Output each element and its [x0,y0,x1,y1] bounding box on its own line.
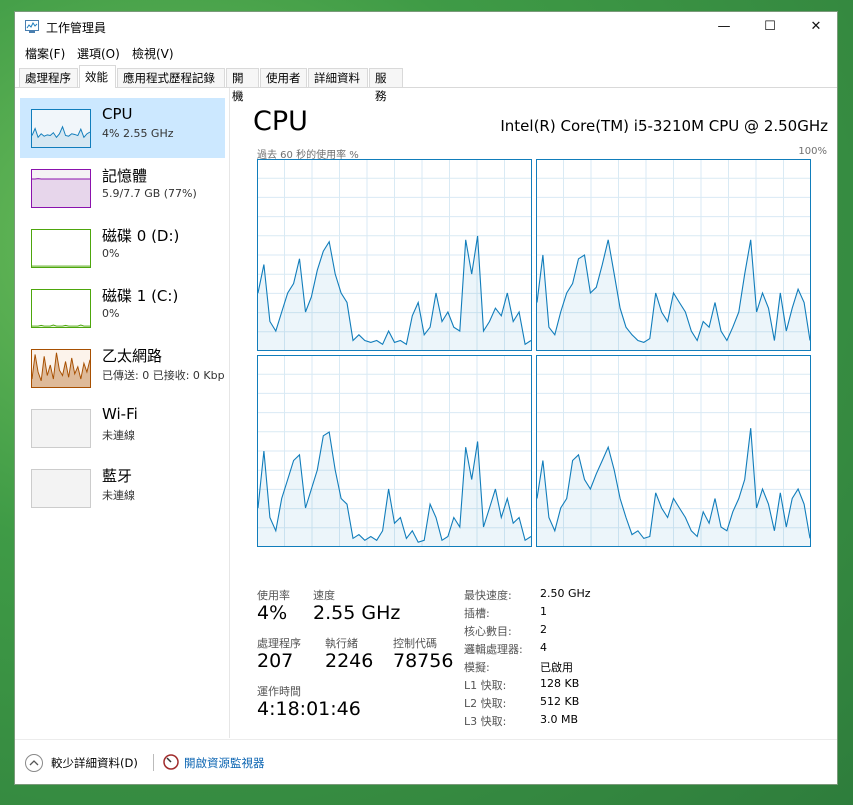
cpu-model-name: Intel(R) Core(TM) i5-3210M CPU @ 2.50GHz [500,117,828,135]
cpu-core-graph-3 [536,355,811,547]
ethernet-mini-graph [31,349,91,388]
chevron-up-icon[interactable] [24,753,44,773]
tab-users[interactable]: 使用者 [260,68,307,87]
usage-value: 4% [257,602,288,624]
sidebar-item-value: 4% 2.55 GHz [102,127,174,140]
disk-1-mini-graph [31,289,91,328]
spec-label: L1 快取: [464,679,507,692]
sidebar-item-value: 5.9/7.7 GB (77%) [102,187,197,200]
sidebar-item-ethernet[interactable]: 乙太網路 已傳送: 0 已接收: 0 Kbp [20,338,225,398]
task-manager-app-icon [25,20,39,33]
tab-performance[interactable]: 效能 [79,65,116,88]
sidebar-item-wifi[interactable]: Wi-Fi 未連線 [20,398,225,458]
tab-startup[interactable]: 開機 [226,68,259,103]
footer-bar: 較少詳細資料(D) 開啟資源監視器 [15,739,837,786]
tab-details[interactable]: 詳細資料 [308,68,368,87]
sidebar-item-label: 磁碟 1 (C:) [102,287,179,305]
sidebar-item-bluetooth[interactable]: 藍牙 未連線 [20,458,225,518]
sidebar-item-disk-0[interactable]: 磁碟 0 (D:) 0% [20,218,225,278]
footer-divider [153,754,154,771]
uptime-value: 4:18:01:46 [257,698,361,720]
spec-value: 512 KB [540,695,580,708]
handles-label: 控制代碼 [393,637,437,650]
sidebar-item-label: 乙太網路 [102,347,163,365]
spec-label: 邏輯處理器: [464,643,523,656]
sidebar-item-value: 0% [102,307,120,320]
sidebar-item-cpu[interactable]: CPU 4% 2.55 GHz [20,98,225,158]
cpu-detail-panel: CPU Intel(R) Core(TM) i5-3210M CPU @ 2.5… [230,88,838,738]
page-title: CPU [253,106,308,137]
sidebar-item-label: Wi-Fi [102,405,138,423]
menu-options[interactable]: 選項(O) [77,45,120,62]
spec-label: 插槽: [464,607,490,620]
cpu-core-graph-0 [257,159,532,351]
spec-value: 128 KB [540,677,580,690]
spec-value: 2.50 GHz [540,587,591,600]
processes-value: 207 [257,650,294,672]
spec-label: L3 快取: [464,715,507,728]
sidebar-item-label: CPU [102,105,133,123]
sidebar-item-value: 0% [102,247,120,260]
tab-bar: 處理程序 效能 應用程式歷程記錄 開機 使用者 詳細資料 服務 [15,65,837,103]
mini-graph-area [32,352,90,387]
sidebar-item-label: 藍牙 [102,467,133,485]
cpu-mini-graph [31,109,91,148]
tab-app-history[interactable]: 應用程式歷程記錄 [117,68,225,87]
mini-graph-area [32,178,90,207]
cpu-core-graph-1 [536,159,811,351]
speed-value: 2.55 GHz [313,602,401,624]
disk-0-mini-graph [31,229,91,268]
graph-max-label: 100% [798,146,827,157]
tab-services[interactable]: 服務 [369,68,403,103]
close-button[interactable]: ✕ [793,12,839,42]
sidebar-item-memory[interactable]: 記憶體 5.9/7.7 GB (77%) [20,158,225,218]
sidebar-item-value: 未連線 [102,429,135,442]
sidebar-item-disk-1[interactable]: 磁碟 1 (C:) 0% [20,278,225,338]
window-title: 工作管理員 [46,21,107,35]
cpu-core-graph-2 [257,355,532,547]
memory-mini-graph [31,169,91,208]
task-manager-window: 工作管理員 — ☐ ✕ 檔案(F) 選項(O) 檢視(V) 處理程序 效能 應用… [14,11,838,785]
spec-value: 2 [540,623,547,636]
bluetooth-mini-graph [31,469,91,508]
open-resource-monitor-link[interactable]: 開啟資源監視器 [184,755,265,771]
sidebar-item-label: 磁碟 0 (D:) [102,227,180,245]
spec-label: 核心數目: [464,625,512,638]
usage-label: 使用率 [257,589,290,602]
menu-view[interactable]: 檢視(V) [132,45,174,62]
resource-sidebar: CPU 4% 2.55 GHz 記憶體 5.9/7.7 GB (77%) 磁碟 … [15,88,230,738]
sidebar-item-value: 未連線 [102,489,135,502]
sidebar-item-label: 記憶體 [102,167,148,185]
threads-label: 執行緒 [325,637,358,650]
spec-label: 模擬: [464,661,490,674]
threads-value: 2246 [325,650,374,672]
spec-value: 3.0 MB [540,713,579,726]
wifi-mini-graph [31,409,91,448]
menu-bar: 檔案(F) 選項(O) 檢視(V) [15,42,837,64]
title-bar[interactable]: 工作管理員 — ☐ ✕ [15,12,837,42]
spec-value: 1 [540,605,547,618]
spec-value: 4 [540,641,547,654]
processes-label: 處理程序 [257,637,301,650]
resource-monitor-icon[interactable] [162,753,180,771]
cpu-core-graphs [257,159,811,547]
spec-value: 已啟用 [540,661,573,674]
speed-label: 速度 [313,589,335,602]
tab-processes[interactable]: 處理程序 [19,68,78,87]
spec-label: 最快速度: [464,589,512,602]
uptime-label: 運作時間 [257,685,301,698]
minimize-button[interactable]: — [701,12,747,42]
sidebar-item-value: 已傳送: 0 已接收: 0 Kbp [102,369,225,382]
menu-file[interactable]: 檔案(F) [25,45,65,62]
fewer-details-link[interactable]: 較少詳細資料(D) [51,755,138,771]
handles-value: 78756 [393,650,454,672]
spec-label: L2 快取: [464,697,507,710]
maximize-button[interactable]: ☐ [747,12,793,42]
